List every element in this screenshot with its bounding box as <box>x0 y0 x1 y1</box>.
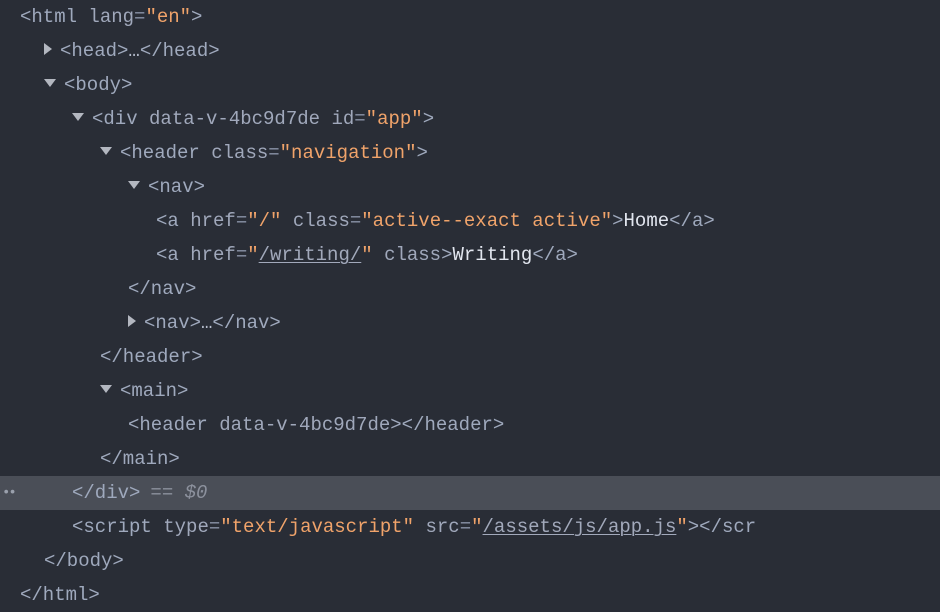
tag-token: <body> <box>64 74 132 96</box>
tag-token: <html <box>20 6 77 28</box>
ellipsis-icon: … <box>128 40 139 62</box>
attr-name: id <box>331 108 354 130</box>
dom-node-nav-collapsed[interactable]: <nav>…</nav> <box>0 306 940 340</box>
attr-value: "en" <box>145 6 191 28</box>
attr-name: data-v-4bc9d7de <box>149 108 320 130</box>
tag-token: </main> <box>100 448 180 470</box>
dom-node-header-navigation[interactable]: <header class="navigation"> <box>0 136 940 170</box>
attr-name: class <box>211 142 268 164</box>
tag-token: </a> <box>532 244 578 266</box>
tag-token: <main> <box>120 380 188 402</box>
text-content: Writing <box>453 244 533 266</box>
dom-node-anchor-home[interactable]: <a href="/" class="active--exact active"… <box>0 204 940 238</box>
dom-node-main-close[interactable]: </main> <box>0 442 940 476</box>
attr-value: "/" <box>247 210 281 232</box>
attr-name: class <box>384 244 441 266</box>
tag-token: ></scr <box>688 516 756 538</box>
attr-value: "active--exact active" <box>361 210 612 232</box>
console-reference: == $0 <box>150 482 207 504</box>
tag-token: <a <box>156 210 179 232</box>
attr-name: class <box>293 210 350 232</box>
tag-token: <header <box>120 142 200 164</box>
tag-token: > <box>191 6 202 28</box>
dom-node-div-app[interactable]: <div data-v-4bc9d7de id="app"> <box>0 102 940 136</box>
disclosure-triangle-down-icon[interactable] <box>72 113 84 121</box>
tag-token: ></header> <box>390 414 504 436</box>
text-content: Home <box>624 210 670 232</box>
attr-name: href <box>190 210 236 232</box>
tag-token: </head> <box>140 40 220 62</box>
tag-token: <head> <box>60 40 128 62</box>
attr-value: "navigation" <box>280 142 417 164</box>
attr-name: lang <box>88 6 134 28</box>
dom-node-body-open[interactable]: <body> <box>0 68 940 102</box>
dom-node-html-open[interactable]: <html lang="en"> <box>0 0 940 34</box>
href-link[interactable]: /writing/ <box>259 244 362 266</box>
tag-token: </div> <box>72 482 140 504</box>
dom-node-head-collapsed[interactable]: <head>…</head> <box>0 34 940 68</box>
attr-name: href <box>190 244 236 266</box>
src-link[interactable]: /assets/js/app.js <box>483 516 677 538</box>
dom-node-html-close[interactable]: </html> <box>0 578 940 612</box>
attr-name: type <box>163 516 209 538</box>
tag-token: </nav> <box>128 278 196 300</box>
tag-token: </a> <box>669 210 715 232</box>
disclosure-triangle-down-icon[interactable] <box>128 181 140 189</box>
dom-node-anchor-writing[interactable]: <a href="/writing/" class>Writing</a> <box>0 238 940 272</box>
attr-name: data-v-4bc9d7de <box>219 414 390 436</box>
dom-node-header-close[interactable]: </header> <box>0 340 940 374</box>
tag-token: <a <box>156 244 179 266</box>
tag-token: <div <box>92 108 138 130</box>
dom-node-div-close-selected[interactable]: </div> == $0 <box>0 476 940 510</box>
disclosure-triangle-down-icon[interactable] <box>44 79 56 87</box>
tag-token: <nav> <box>144 312 201 334</box>
disclosure-triangle-right-icon[interactable] <box>128 315 136 327</box>
tag-token: <nav> <box>148 176 205 198</box>
attr-value: "text/javascript" <box>220 516 414 538</box>
dom-node-inner-header[interactable]: <header data-v-4bc9d7de></header> <box>0 408 940 442</box>
attr-name: src <box>426 516 460 538</box>
tag-token: </html> <box>20 584 100 606</box>
dom-node-script[interactable]: <script type="text/javascript" src="/ass… <box>0 510 940 544</box>
dom-node-nav-close[interactable]: </nav> <box>0 272 940 306</box>
tag-token: </nav> <box>212 312 280 334</box>
attr-value: "app" <box>366 108 423 130</box>
tag-token: </body> <box>44 550 124 572</box>
dom-node-main-open[interactable]: <main> <box>0 374 940 408</box>
disclosure-triangle-down-icon[interactable] <box>100 147 112 155</box>
tag-token: <script <box>72 516 152 538</box>
disclosure-triangle-right-icon[interactable] <box>44 43 52 55</box>
dom-node-nav-open[interactable]: <nav> <box>0 170 940 204</box>
dom-node-body-close[interactable]: </body> <box>0 544 940 578</box>
ellipsis-icon: … <box>201 312 212 334</box>
disclosure-triangle-down-icon[interactable] <box>100 385 112 393</box>
tag-token: </header> <box>100 346 203 368</box>
tag-token: <header <box>128 414 208 436</box>
